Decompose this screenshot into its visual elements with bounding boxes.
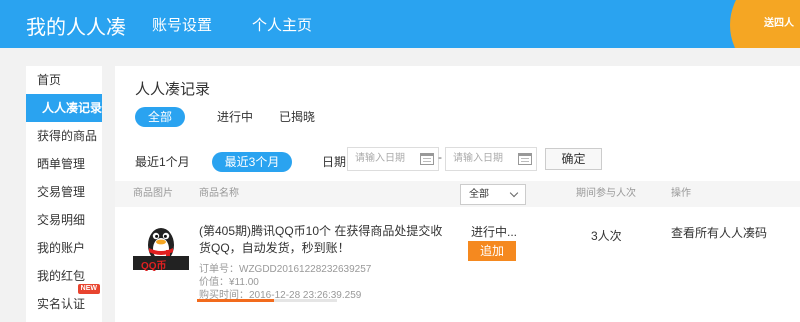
col-name: 商品名称	[199, 188, 239, 199]
participant-count: 3人次	[591, 229, 622, 243]
chevron-down-icon	[509, 188, 519, 198]
col-image: 商品图片	[133, 188, 173, 199]
filter-last-1-month[interactable]: 最近1个月	[135, 152, 190, 172]
filter-last-3-months[interactable]: 最近3个月	[212, 152, 292, 172]
sidebar-item-verification[interactable]: 实名认证 NEW	[26, 284, 102, 318]
main-panel: 人人凑记录 全部 进行中 已揭晓 最近1个月 最近3个月 日期 请输入日期 - …	[115, 66, 800, 322]
date-separator: -	[438, 150, 442, 164]
confirm-button[interactable]: 确定	[545, 148, 602, 170]
table-header: 商品图片 商品名称 全部 期间参与人次 操作	[115, 181, 800, 207]
col-period: 期间参与人次	[576, 188, 636, 199]
append-button[interactable]: 追加	[468, 241, 516, 261]
page-title: 人人凑记录	[135, 81, 211, 98]
col-action: 操作	[671, 188, 691, 199]
start-date-input[interactable]: 请输入日期	[347, 147, 439, 171]
top-header: 我的人人凑 账号设置 个人主页 送四人	[0, 0, 800, 48]
tab-all[interactable]: 全部	[135, 107, 185, 127]
status-text: 进行中...	[471, 225, 518, 239]
tab-in-progress[interactable]: 进行中	[217, 107, 253, 127]
sidebar-item-won-products[interactable]: 获得的商品	[26, 122, 102, 150]
start-date-placeholder: 请输入日期	[355, 153, 405, 164]
product-title[interactable]: (第405期)腾讯QQ币10个 在获得商品处提交收货QQ，自动发货，秒到账！	[199, 223, 449, 257]
sidebar-item-showcase[interactable]: 晒单管理	[26, 150, 102, 178]
sidebar-item-transactions[interactable]: 交易管理	[26, 178, 102, 206]
calendar-icon[interactable]	[420, 153, 434, 165]
sidebar-item-my-account[interactable]: 我的账户	[26, 234, 102, 262]
sidebar-item-transaction-details[interactable]: 交易明细	[26, 206, 102, 234]
end-date-input[interactable]: 请输入日期	[445, 147, 537, 171]
progress-fill	[197, 299, 274, 302]
view-all-codes-link[interactable]: 查看所有人人凑码	[671, 224, 767, 241]
sidebar-item-home[interactable]: 首页	[26, 66, 102, 94]
table-row: QQ币 (第405期)腾讯QQ币10个 在获得商品处提交收货QQ，自动发货，秒到…	[115, 207, 800, 322]
sidebar-item-records[interactable]: 人人凑记录	[26, 94, 102, 122]
promo-corner-text: 送四人	[764, 18, 794, 29]
nav-account-settings[interactable]: 账号设置	[152, 14, 212, 35]
product-image-label: QQ币	[141, 261, 167, 272]
product-image[interactable]: QQ币	[133, 220, 189, 272]
calendar-icon[interactable]	[518, 153, 532, 165]
nav-personal-home[interactable]: 个人主页	[252, 14, 312, 35]
status-filter-select[interactable]: 全部	[460, 184, 526, 205]
date-label: 日期	[322, 155, 347, 169]
site-logo[interactable]: 我的人人凑	[26, 11, 126, 40]
end-date-placeholder: 请输入日期	[453, 153, 503, 164]
progress-bar	[197, 299, 337, 302]
sidebar: 首页 人人凑记录 获得的商品 晒单管理 交易管理 交易明细 我的账户 我的红包 …	[26, 66, 102, 322]
new-badge: NEW	[77, 284, 100, 294]
tab-revealed[interactable]: 已揭晓	[279, 107, 315, 127]
status-filter-value: 全部	[469, 189, 489, 200]
sidebar-item-label: 实名认证	[37, 297, 86, 311]
